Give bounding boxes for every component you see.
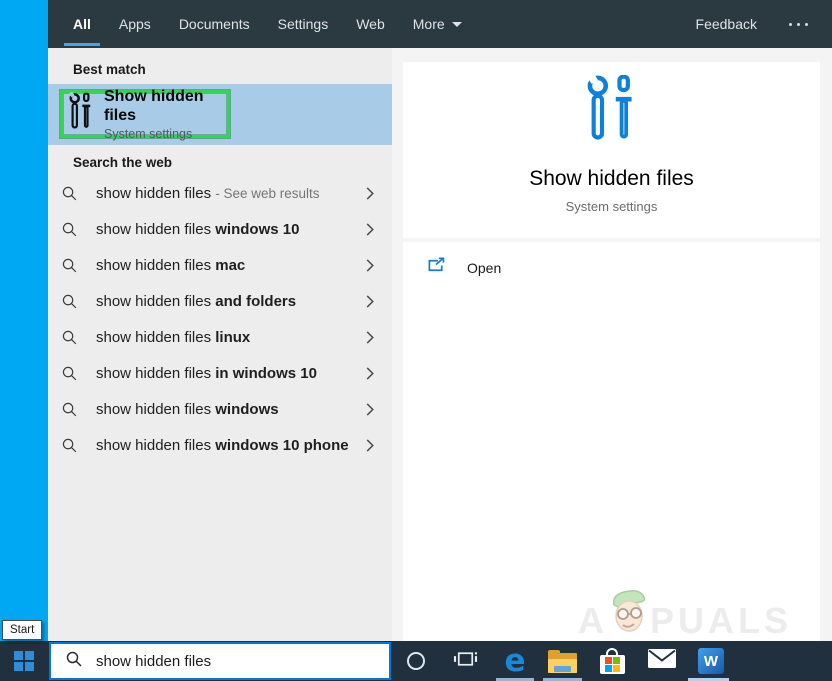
best-match-title: Show hidden files xyxy=(104,87,227,125)
suggestion-text: show hidden files in windows 10 xyxy=(96,365,317,382)
task-view-icon xyxy=(453,649,478,674)
suggestion-text: show hidden files mac xyxy=(96,257,245,274)
word-icon: W xyxy=(698,648,724,674)
search-icon xyxy=(62,258,78,273)
start-tooltip: Start xyxy=(2,620,42,640)
best-match-result[interactable]: Show hidden files System settings xyxy=(48,84,392,145)
watermark-text-right: PUALS xyxy=(650,601,792,641)
word-button[interactable]: W xyxy=(697,641,725,681)
results-panel: Best match Show hidden xyxy=(48,48,392,641)
search-suggestion[interactable]: show hidden files windows 10 xyxy=(48,211,392,247)
tab-label: More xyxy=(413,16,445,32)
chevron-right-icon[interactable] xyxy=(366,331,374,344)
search-icon xyxy=(62,222,78,237)
windows-logo-icon xyxy=(14,651,34,671)
chevron-right-icon[interactable] xyxy=(366,259,374,272)
tab-apps[interactable]: Apps xyxy=(119,0,151,48)
task-view-button[interactable] xyxy=(452,641,478,681)
suggestion-text: show hidden files - See web results xyxy=(96,185,320,202)
tab-label: Documents xyxy=(179,16,250,32)
search-suggestion[interactable]: show hidden files linux xyxy=(48,319,392,355)
chevron-right-icon[interactable] xyxy=(366,187,374,200)
open-action[interactable]: Open xyxy=(427,257,607,278)
settings-tools-icon xyxy=(585,75,639,150)
suggestion-text: show hidden files linux xyxy=(96,329,250,346)
suggestion-text: show hidden files and folders xyxy=(96,293,296,310)
tab-settings[interactable]: Settings xyxy=(278,0,329,48)
best-match-text: Show hidden files System settings xyxy=(104,87,227,141)
start-button[interactable] xyxy=(0,641,48,681)
mascot-icon xyxy=(610,589,648,640)
tab-all[interactable]: All xyxy=(73,0,91,48)
cortana-button[interactable] xyxy=(404,641,428,681)
search-icon xyxy=(62,330,78,345)
search-filter-tabs: All Apps Documents Settings Web More xyxy=(73,0,462,48)
search-suggestion[interactable]: show hidden files windows xyxy=(48,391,392,427)
chevron-right-icon[interactable] xyxy=(366,367,374,380)
tab-label: All xyxy=(73,16,91,32)
suggestion-text: show hidden files windows xyxy=(96,401,279,418)
open-external-icon xyxy=(427,257,446,278)
chevron-right-icon[interactable] xyxy=(366,439,374,452)
search-suggestion[interactable]: show hidden files mac xyxy=(48,247,392,283)
taskbar: e W xyxy=(0,641,832,681)
appuals-watermark: A PUALS xyxy=(578,589,792,641)
search-suggestion[interactable]: show hidden files - See web results xyxy=(48,175,392,211)
best-match-header: Best match xyxy=(48,48,392,77)
file-explorer-button[interactable] xyxy=(547,641,577,681)
chevron-down-icon xyxy=(452,22,462,27)
start-search-flyout: All Apps Documents Settings Web More Feedback… xyxy=(48,0,832,641)
open-label: Open xyxy=(467,260,501,276)
settings-tools-icon xyxy=(69,92,92,137)
feedback-button[interactable]: Feedback xyxy=(696,16,757,32)
mail-button[interactable] xyxy=(648,641,676,681)
search-icon xyxy=(62,438,78,453)
desktop: All Apps Documents Settings Web More Feedback… xyxy=(0,0,832,681)
best-match-subtitle: System settings xyxy=(104,127,227,141)
preview-pane: Show hidden files System settings xyxy=(403,62,820,238)
search-icon xyxy=(62,402,78,417)
topbar-right: Feedback xyxy=(696,16,832,32)
tab-label: Web xyxy=(356,16,385,32)
mail-icon xyxy=(648,649,676,673)
preview-title: Show hidden files xyxy=(529,167,694,191)
search-icon xyxy=(66,651,82,672)
annotation-highlight-box: Show hidden files System settings xyxy=(60,90,230,138)
cortana-icon xyxy=(407,652,425,670)
watermark-text-left: A xyxy=(578,601,608,641)
taskbar-search-box[interactable] xyxy=(49,642,391,680)
tab-documents[interactable]: Documents xyxy=(179,0,250,48)
search-suggestion[interactable]: show hidden files windows 10 phone xyxy=(48,427,392,463)
search-web-header: Search the web xyxy=(48,155,392,170)
preview-actions-pane: Open A PUALS xyxy=(403,242,820,641)
tab-label: Settings xyxy=(278,16,329,32)
tab-web[interactable]: Web xyxy=(356,0,385,48)
store-icon xyxy=(600,648,625,674)
suggestion-text: show hidden files windows 10 xyxy=(96,221,299,238)
taskbar-search-input[interactable] xyxy=(96,653,356,670)
search-icon xyxy=(62,294,78,309)
search-icon xyxy=(62,186,78,201)
edge-icon: e xyxy=(504,646,525,676)
suggestion-text: show hidden files windows 10 phone xyxy=(96,437,349,454)
chevron-right-icon[interactable] xyxy=(366,223,374,236)
tab-label: Apps xyxy=(119,16,151,32)
store-button[interactable] xyxy=(598,641,626,681)
search-icon xyxy=(62,366,78,381)
search-suggestion[interactable]: show hidden files in windows 10 xyxy=(48,355,392,391)
search-suggestions: show hidden files - See web results show … xyxy=(48,175,392,463)
edge-button[interactable]: e xyxy=(501,641,529,681)
file-explorer-icon xyxy=(548,650,577,673)
search-suggestion[interactable]: show hidden files and folders xyxy=(48,283,392,319)
preview-subtitle: System settings xyxy=(566,199,658,214)
chevron-right-icon[interactable] xyxy=(366,403,374,416)
tab-more[interactable]: More xyxy=(413,0,462,48)
chevron-right-icon[interactable] xyxy=(366,295,374,308)
search-filter-bar: All Apps Documents Settings Web More Feedback xyxy=(48,0,832,48)
more-options-icon[interactable] xyxy=(787,17,810,32)
